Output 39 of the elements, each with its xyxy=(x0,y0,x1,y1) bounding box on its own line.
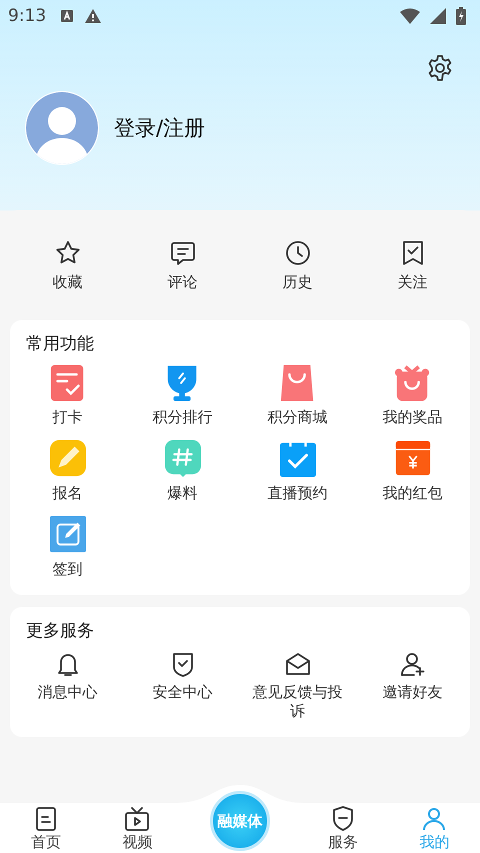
keyboard-icon xyxy=(60,9,74,23)
warning-icon xyxy=(84,8,102,24)
open-envelope-icon xyxy=(284,650,312,678)
feature-item[interactable]: 爆料 xyxy=(125,439,240,503)
section-title: 常用功能 xyxy=(25,333,94,355)
edit-icon xyxy=(48,515,86,555)
quick-action[interactable]: 历史 xyxy=(240,238,355,292)
gift-icon xyxy=(394,363,432,403)
feature-item[interactable]: 积分商城 xyxy=(240,363,355,427)
star-icon xyxy=(54,238,82,266)
add-user-icon xyxy=(398,650,426,678)
login-link[interactable]: 登录/注册 xyxy=(114,114,206,142)
tv-icon xyxy=(123,805,152,833)
quick-action[interactable]: 关注 xyxy=(355,238,470,292)
clock-icon xyxy=(284,238,312,266)
battery-icon xyxy=(456,7,466,25)
hashtag-icon xyxy=(164,439,202,479)
tab[interactable]: 视频 xyxy=(92,805,183,853)
quick-action[interactable]: 收藏 xyxy=(10,238,125,292)
section-title: 更多服务 xyxy=(25,620,94,642)
pencil-icon xyxy=(48,439,86,479)
wifi-icon xyxy=(400,8,420,24)
feature-item[interactable]: 消息中心 xyxy=(10,650,125,721)
feature-item[interactable]: 我的奖品 xyxy=(355,363,470,427)
signal-icon xyxy=(430,8,446,24)
tab[interactable]: 首页 xyxy=(0,805,92,853)
feature-item[interactable]: 直播预约 xyxy=(240,439,355,503)
feature-item[interactable]: 意见反馈与投诉 xyxy=(240,650,355,721)
feature-item[interactable]: 打卡 xyxy=(10,363,125,427)
feature-item[interactable]: 积分排行 xyxy=(125,363,240,427)
feature-item[interactable]: 报名 xyxy=(10,439,125,503)
tab[interactable]: 服务 xyxy=(297,805,388,853)
settings-icon[interactable] xyxy=(426,54,454,82)
feature-item[interactable]: 我的红包 xyxy=(355,439,470,503)
quick-action[interactable]: 评论 xyxy=(125,238,240,292)
feature-item[interactable]: 安全中心 xyxy=(125,650,240,721)
feature-item[interactable]: 签到 xyxy=(10,515,125,579)
status-time: 9:13 xyxy=(8,6,46,26)
feature-item[interactable]: 邀请好友 xyxy=(355,650,470,721)
